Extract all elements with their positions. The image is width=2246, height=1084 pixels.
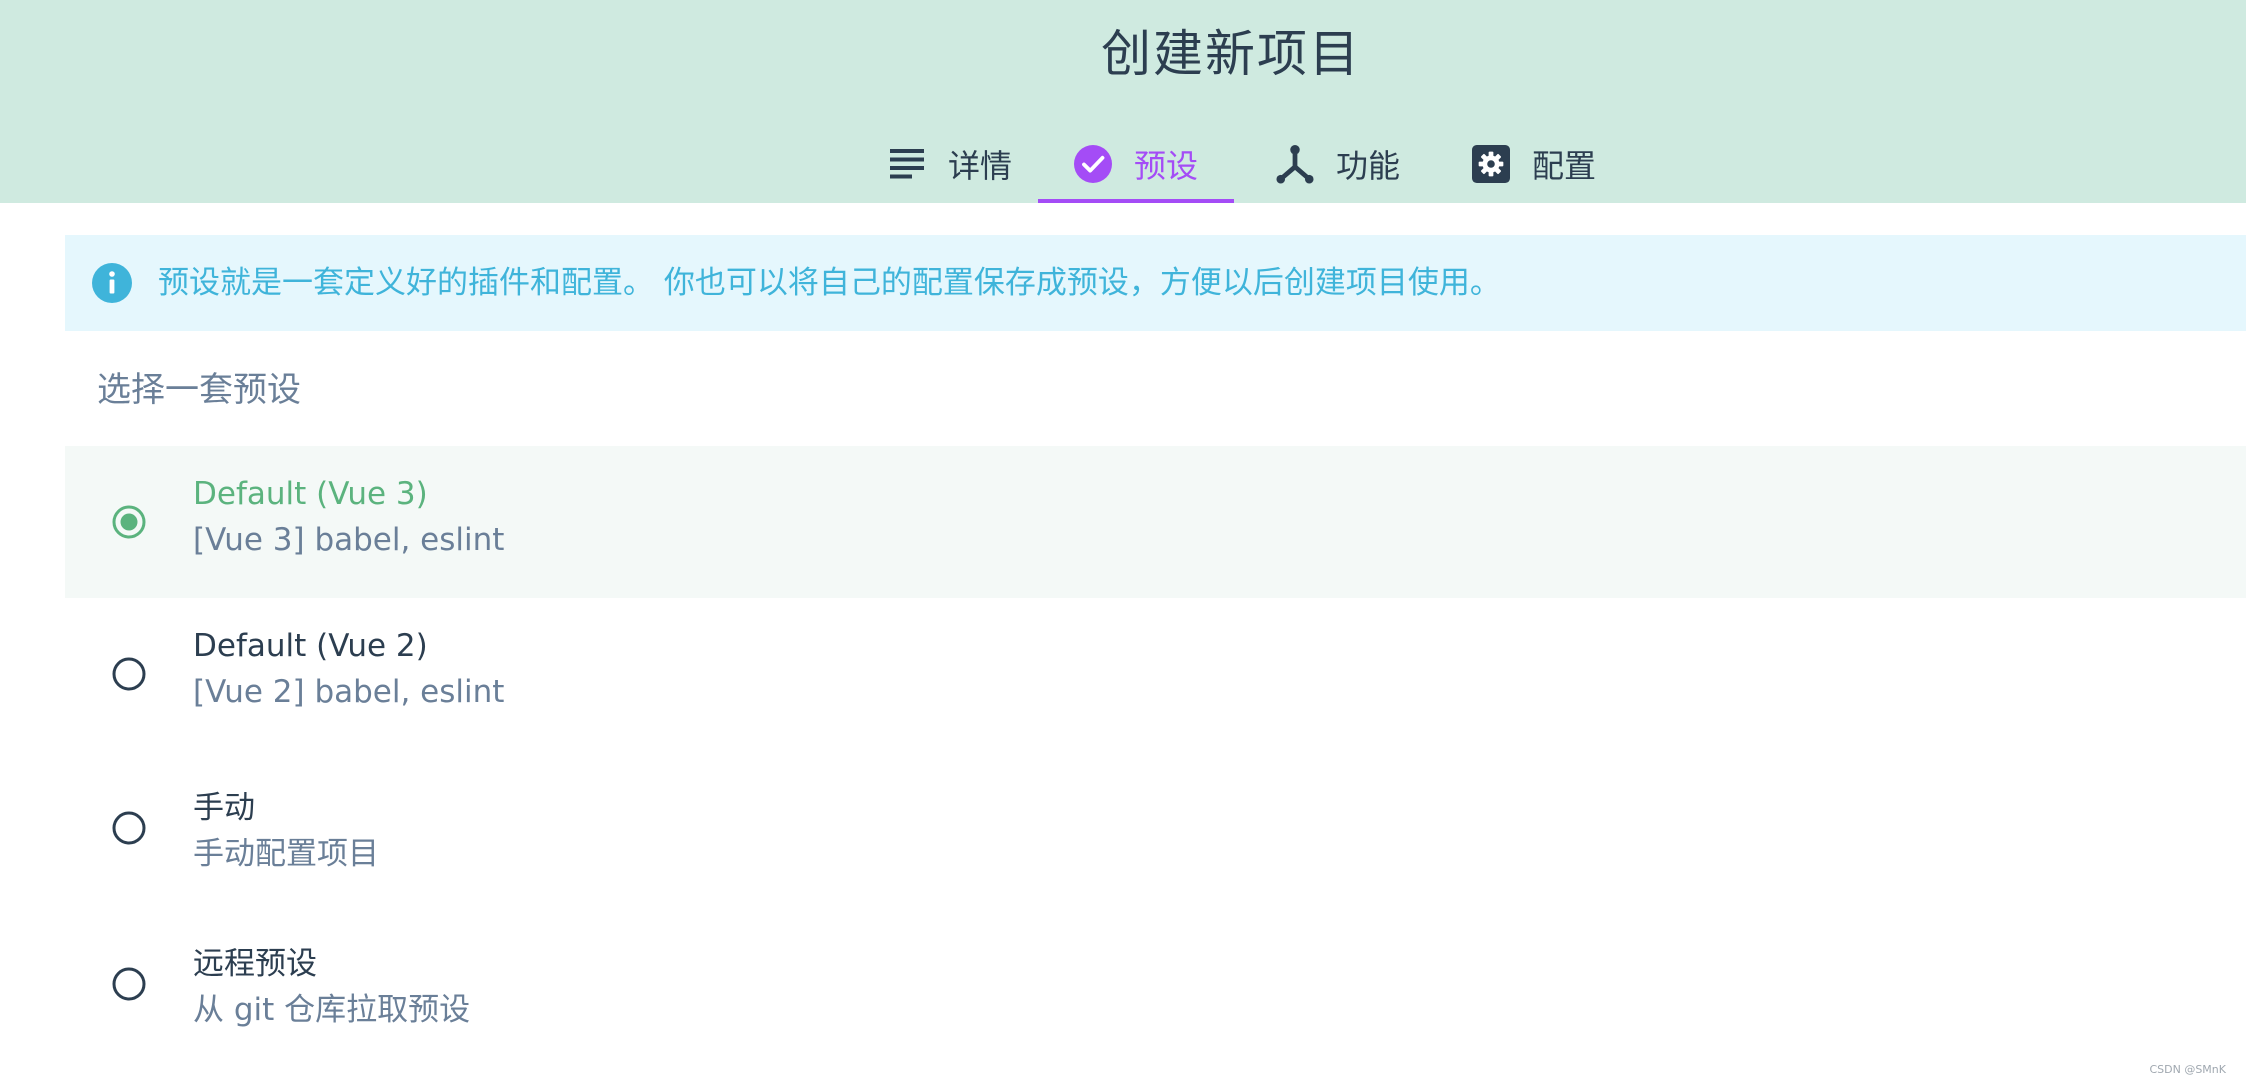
gear-icon — [1471, 145, 1510, 183]
tab-presets[interactable]: 预设 — [1038, 125, 1234, 203]
preset-description: 手动配置项目 — [193, 836, 379, 872]
check-circle-icon — [1073, 145, 1112, 183]
tab-details-label: 详情 — [947, 147, 1012, 185]
radio-unselected-icon[interactable] — [112, 811, 146, 845]
fork-icon — [1276, 145, 1314, 184]
tab-presets-label: 预设 — [1133, 147, 1198, 185]
preset-description: [Vue 3] babel, eslint — [193, 522, 505, 558]
preset-option-manual[interactable]: 手动 手动配置项目 — [65, 752, 2246, 904]
preset-option-remote[interactable]: 远程预设 从 git 仓库拉取预设 — [65, 908, 2246, 1060]
preset-name: 远程预设 — [193, 946, 317, 982]
preset-name: Default (Vue 3) — [193, 476, 428, 512]
radio-unselected-icon[interactable] — [112, 657, 146, 691]
tab-bar: 详情 预设 功能 配置 — [0, 125, 2246, 203]
page-title: 创建新项目 — [1101, 25, 1361, 83]
radio-selected-icon[interactable] — [112, 505, 146, 539]
preset-name: Default (Vue 2) — [193, 628, 428, 664]
tab-active-indicator — [1038, 199, 1234, 203]
preset-description: [Vue 2] babel, eslint — [193, 674, 505, 710]
section-title: 选择一套预设 — [97, 370, 301, 410]
info-banner: 预设就是一套定义好的插件和配置。 你也可以将自己的配置保存成预设，方便以后创建项… — [65, 235, 2246, 331]
watermark: CSDN @SMnK — [2149, 1063, 2226, 1076]
preset-option-vue3[interactable]: Default (Vue 3) [Vue 3] babel, eslint — [65, 446, 2246, 598]
tab-config[interactable]: 配置 — [1454, 125, 1614, 203]
tab-details[interactable]: 详情 — [870, 125, 1030, 203]
tab-config-label: 配置 — [1531, 147, 1596, 185]
radio-unselected-icon[interactable] — [112, 967, 146, 1001]
tab-features-label: 功能 — [1335, 147, 1400, 185]
preset-option-vue2[interactable]: Default (Vue 2) [Vue 2] babel, eslint — [65, 598, 2246, 750]
preset-description: 从 git 仓库拉取预设 — [193, 992, 471, 1028]
header: 创建新项目 详情 预设 功能 配置 — [0, 0, 2246, 203]
tab-features[interactable]: 功能 — [1258, 125, 1418, 203]
info-icon — [92, 263, 132, 303]
preset-name: 手动 — [193, 790, 255, 826]
info-banner-text: 预设就是一套定义好的插件和配置。 你也可以将自己的配置保存成预设，方便以后创建项… — [158, 265, 1501, 301]
list-icon — [888, 145, 926, 183]
